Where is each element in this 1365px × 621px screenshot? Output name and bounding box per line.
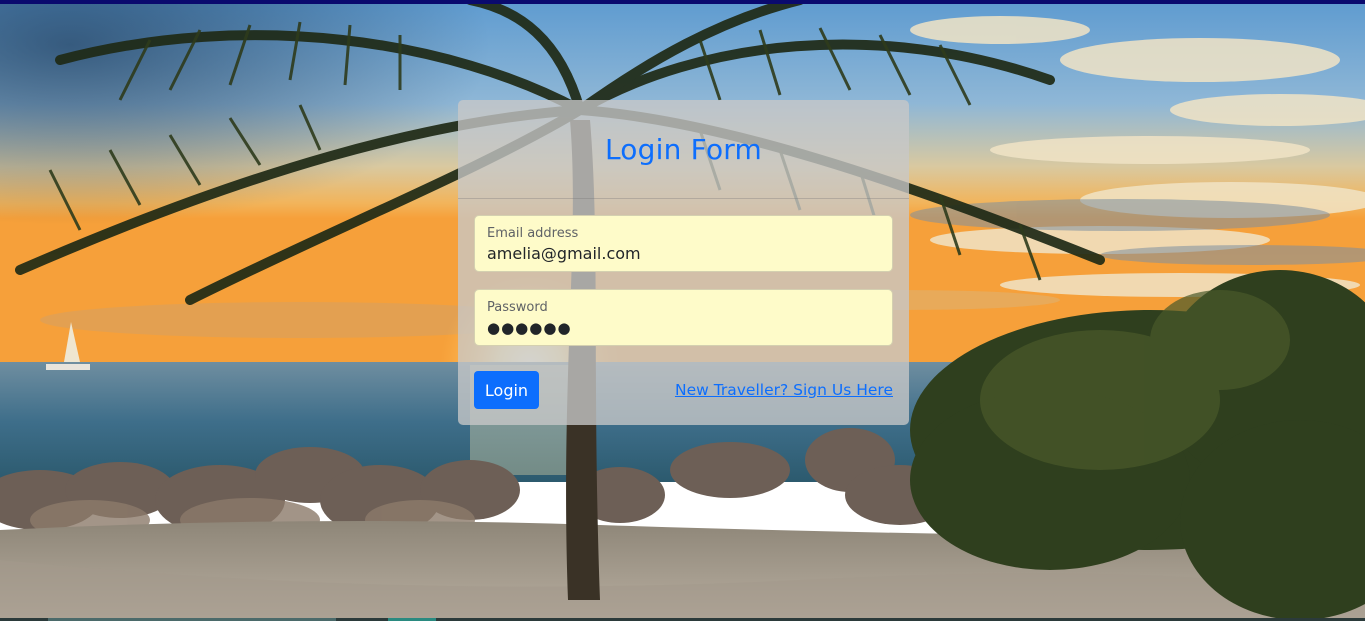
email-field[interactable]: Email address amelia@gmail.com [474,215,893,272]
login-card: Login Form Email address amelia@gmail.co… [458,100,909,425]
login-button[interactable]: Login [474,371,539,409]
email-label: Email address [487,226,579,241]
password-field[interactable]: Password ●●●●●● [474,289,893,346]
top-border [0,0,1365,4]
card-header: Login Form [458,100,909,199]
login-page: Login Form Email address amelia@gmail.co… [0,0,1365,621]
form-title: Login Form [605,132,762,166]
password-label: Password [487,300,548,315]
password-input[interactable]: ●●●●●● [487,317,880,339]
signup-link[interactable]: New Traveller? Sign Us Here [675,381,893,399]
email-input[interactable]: amelia@gmail.com [487,243,880,265]
